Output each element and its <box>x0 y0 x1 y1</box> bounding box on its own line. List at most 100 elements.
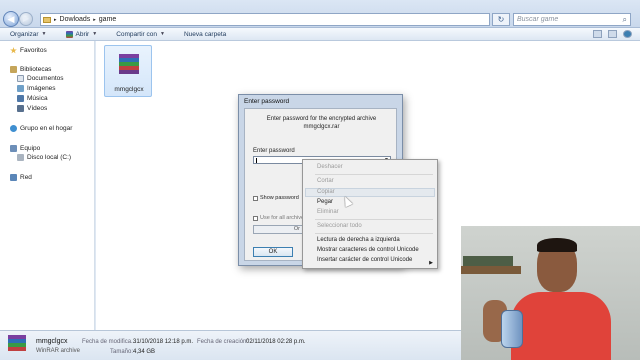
nav-local-disk[interactable]: Disco local (C:) <box>17 154 71 161</box>
explorer-titlebar: ◀ ▶ ▸ Dowloads ▸ game ↻ Buscar game ⌕ <box>0 0 640 28</box>
winrar-archive-icon <box>119 54 139 76</box>
nav-images[interactable]: Imágenes <box>17 85 56 92</box>
nav-documents-label: Documentos <box>27 75 64 82</box>
back-button[interactable]: ◀ <box>3 11 19 27</box>
show-password-label: Show password <box>260 195 299 201</box>
images-icon <box>17 85 24 92</box>
videos-icon <box>17 105 24 112</box>
webcam-background-shelf <box>461 266 521 274</box>
organize-passwords-button[interactable]: Or <box>253 225 303 234</box>
menu-item-rtl-reading[interactable]: Lectura de derecha a izquierda <box>317 237 400 243</box>
nav-network[interactable]: Red <box>10 174 32 181</box>
chevron-down-icon: ▼ <box>92 31 98 37</box>
menu-item-show-unicode[interactable]: Mostrar caracteres de control Unicode <box>317 247 419 253</box>
navigation-pane: Favoritos Bibliotecas Documentos Imágene… <box>0 41 95 330</box>
nav-videos-label: Vídeos <box>27 105 48 112</box>
microphone-icon <box>501 310 523 348</box>
nav-local-disk-label: Disco local (C:) <box>27 154 72 161</box>
checkbox-icon <box>253 195 258 201</box>
nav-libraries-label: Bibliotecas <box>20 66 52 73</box>
details-size-value: 4,34 GB <box>133 349 156 355</box>
menu-separator <box>315 233 433 234</box>
documents-icon <box>17 75 24 82</box>
file-name: mmgclgcx <box>114 86 144 93</box>
search-placeholder: Buscar game <box>517 16 559 23</box>
breadcrumb-dowloads[interactable]: Dowloads <box>60 16 91 23</box>
nav-homegroup[interactable]: Grupo en el hogar <box>10 125 72 132</box>
webcam-background-plant <box>463 256 513 266</box>
nav-videos[interactable]: Vídeos <box>17 105 47 112</box>
winrar-archive-icon <box>8 335 26 355</box>
library-icon <box>10 66 17 73</box>
preview-pane-icon[interactable] <box>608 30 617 38</box>
menu-item-insert-unicode[interactable]: Insertar carácter de control Unicode <box>317 257 412 263</box>
help-icon[interactable] <box>623 30 632 38</box>
details-modified-value: 31/10/2018 12:18 p.m. <box>133 339 194 345</box>
network-icon <box>10 174 17 181</box>
nav-computer[interactable]: Equipo <box>10 145 40 152</box>
new-folder-label: Nueva carpeta <box>183 30 227 38</box>
webcam-person-body <box>511 292 611 360</box>
menu-item-undo[interactable]: Deshacer <box>317 164 343 170</box>
forward-button[interactable]: ▶ <box>19 12 33 26</box>
webcam-overlay <box>461 226 640 360</box>
drive-icon <box>17 154 24 161</box>
submenu-arrow-icon: ▶ <box>429 260 433 266</box>
homegroup-icon <box>10 125 17 132</box>
chevron-down-icon: ▼ <box>160 31 165 37</box>
organize-label: Organizar <box>10 30 39 38</box>
dialog-title: Enter password <box>244 98 290 105</box>
menu-item-delete[interactable]: Eliminar <box>317 209 339 215</box>
nav-network-label: Red <box>20 174 32 181</box>
ok-button[interactable]: OK <box>253 247 293 257</box>
text-caret <box>256 158 257 163</box>
nav-music-label: Música <box>27 95 48 102</box>
computer-icon <box>10 145 17 152</box>
music-icon <box>17 95 24 102</box>
search-icon: ⌕ <box>622 15 627 24</box>
chevron-down-icon: ▼ <box>41 31 47 37</box>
share-label: Compartir con <box>116 30 158 38</box>
use-for-all-checkbox[interactable]: Use for all archives <box>253 215 307 221</box>
checkbox-icon <box>253 215 258 221</box>
breadcrumb-sep-icon: ▸ <box>93 16 96 23</box>
address-bar[interactable]: ▸ Dowloads ▸ game <box>40 13 490 26</box>
context-menu: Deshacer Cortar Copiar Pegar Eliminar Se… <box>302 159 438 269</box>
nav-favorites[interactable]: Favoritos <box>10 47 47 54</box>
nav-favorites-label: Favoritos <box>20 47 47 54</box>
password-label: Enter password <box>253 148 295 154</box>
dialog-message: Enter password for the encrypted archive <box>266 116 377 122</box>
menu-item-cut[interactable]: Cortar <box>317 178 334 184</box>
view-options-icon[interactable] <box>593 30 602 38</box>
nav-libraries[interactable]: Bibliotecas <box>10 66 51 73</box>
refresh-button[interactable]: ↻ <box>492 13 510 26</box>
command-bar: Organizar ▼ Abrir ▼ Compartir con ▼ Nuev… <box>0 28 640 41</box>
nav-homegroup-label: Grupo en el hogar <box>20 125 73 132</box>
details-created-label: Fecha de creación: <box>197 339 249 345</box>
details-modified-label: Fecha de modifica... <box>82 339 137 345</box>
organize-button[interactable]: Organizar ▼ <box>0 31 56 38</box>
details-file-name: mmgclgcx <box>36 338 68 345</box>
details-created-value: 02/11/2018 02:28 p.m. <box>246 339 306 345</box>
menu-item-copy[interactable]: Copiar <box>317 189 335 195</box>
nav-images-label: Imágenes <box>27 85 56 92</box>
file-item-rar[interactable]: mmgclgcx <box>104 45 152 97</box>
share-button[interactable]: Compartir con ▼ <box>106 31 174 38</box>
menu-separator <box>315 174 433 175</box>
open-button[interactable]: Abrir ▼ <box>56 30 107 38</box>
nav-music[interactable]: Música <box>17 95 48 102</box>
menu-separator <box>315 219 433 220</box>
nav-documents[interactable]: Documentos <box>17 75 64 82</box>
show-password-checkbox[interactable]: Show password <box>253 195 299 201</box>
folder-icon <box>43 16 51 23</box>
details-pane: mmgclgcx WinRAR archive Fecha de modific… <box>0 330 461 360</box>
details-file-type: WinRAR archive <box>36 348 81 354</box>
new-folder-button[interactable]: Nueva carpeta <box>174 31 235 38</box>
menu-item-select-all[interactable]: Seleccionar todo <box>317 223 362 229</box>
breadcrumb-game[interactable]: game <box>99 16 117 23</box>
menu-item-paste[interactable]: Pegar <box>317 199 333 205</box>
nav-computer-label: Equipo <box>20 145 41 152</box>
search-input[interactable]: Buscar game ⌕ <box>513 13 631 26</box>
dialog-archive-name: mmgclgcx.rar <box>303 124 340 130</box>
open-label: Abrir <box>75 30 90 38</box>
